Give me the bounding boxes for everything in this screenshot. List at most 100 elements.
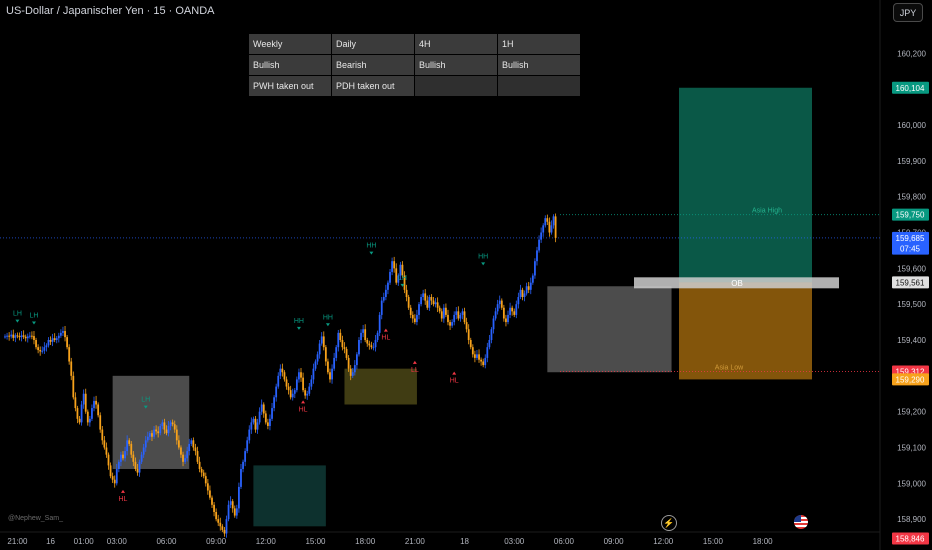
candle-body (157, 431, 160, 434)
price-tick-label: 159,400 (897, 336, 926, 345)
candle-body (339, 332, 342, 340)
swing-marker (301, 400, 306, 404)
candle-body (159, 425, 162, 434)
candle-body (389, 271, 391, 283)
candle-body (310, 379, 313, 387)
candle-body (324, 347, 327, 362)
candle-body (51, 338, 54, 342)
candle-body (14, 335, 17, 338)
candle-body (308, 386, 311, 394)
bias-cell (497, 75, 581, 97)
candle-body (519, 289, 522, 298)
candle-body (345, 348, 348, 358)
candle-body (97, 404, 100, 416)
candle-body (534, 261, 536, 276)
candle-body (113, 479, 116, 484)
candle-body (378, 314, 381, 333)
swing-marker (325, 323, 330, 327)
price-tick-label: 158,900 (897, 515, 926, 524)
candle-body (115, 468, 118, 484)
candle-body (120, 454, 122, 462)
price-label-text: 159,561 (896, 278, 925, 287)
price-tick-label: 159,500 (897, 300, 926, 309)
candle-body (432, 300, 435, 305)
candle-body (64, 331, 66, 338)
position-loss-zone (679, 282, 812, 380)
time-tick-label: 18 (460, 537, 469, 546)
candle-body (198, 461, 201, 469)
candle-body (289, 390, 292, 398)
candle-body (76, 408, 79, 419)
candle-body (393, 261, 396, 269)
candle-body (4, 336, 6, 338)
candle-body (173, 424, 176, 430)
candle-body (62, 331, 64, 333)
bias-cell: Daily (331, 33, 415, 55)
structure-zone (112, 375, 190, 469)
bias-cell: Weekly (248, 33, 332, 55)
candle-body (26, 336, 29, 339)
candle-body (86, 411, 89, 423)
candle-body (364, 329, 367, 340)
bias-cell: Bullish (414, 54, 498, 76)
lightning-icon[interactable]: ⚡ (661, 515, 677, 531)
candle-body (238, 486, 240, 509)
us-flag-icon[interactable] (794, 515, 808, 529)
time-tick-label: 18:00 (355, 537, 376, 546)
candle-body (188, 443, 191, 452)
swing-label: HL (450, 378, 459, 385)
candle-body (478, 354, 480, 360)
time-tick-label: 15:00 (703, 537, 724, 546)
candle-body (35, 340, 37, 348)
candle-body (515, 304, 518, 315)
candle-body (525, 286, 528, 294)
candle-body (10, 334, 13, 337)
candle-body (476, 354, 478, 358)
candle-body (242, 461, 244, 469)
order-block-label: OB (731, 279, 743, 288)
swing-marker (369, 251, 374, 255)
candle-body (416, 314, 418, 323)
bias-row-timeframes: Weekly Daily 4H 1H (248, 33, 581, 55)
bias-cell (414, 75, 498, 97)
candle-body (235, 508, 238, 516)
candle-body (28, 335, 31, 337)
candle-body (55, 338, 58, 340)
swing-label: LH (141, 397, 150, 404)
candle-body (490, 329, 493, 340)
swing-label: LH (30, 312, 39, 319)
candle-body (109, 465, 112, 477)
candle-body (33, 336, 35, 340)
candle-body (151, 433, 153, 437)
candle-body (322, 336, 325, 348)
candle-body (31, 335, 33, 337)
candle-body (281, 368, 284, 373)
candle-body (175, 429, 178, 441)
candle-body (372, 347, 375, 349)
price-label-text: 07:45 (900, 245, 921, 254)
candle-body (88, 418, 91, 423)
candle-body (211, 497, 213, 505)
bias-row-direction: Bullish Bearish Bullish Bullish (248, 54, 581, 76)
candle-body (200, 468, 203, 473)
candle-body (213, 504, 215, 512)
candle-body (341, 340, 344, 348)
swing-marker (120, 489, 125, 493)
candle-body (262, 404, 265, 414)
candle-body (484, 357, 487, 366)
candle-body (442, 307, 445, 319)
candle-body (142, 447, 145, 455)
candle-body (314, 361, 317, 369)
time-tick-label: 09:00 (206, 537, 227, 546)
candle-body (331, 368, 333, 380)
candle-body (496, 304, 499, 312)
candle-body (295, 379, 298, 391)
candle-body (333, 357, 336, 369)
candle-body (453, 314, 456, 323)
candle-body (45, 345, 48, 348)
candle-body (70, 361, 73, 376)
candle-body (440, 311, 443, 319)
price-tick-label: 159,100 (897, 443, 926, 452)
currency-button[interactable]: JPY (893, 3, 923, 22)
candle-body (16, 335, 19, 337)
